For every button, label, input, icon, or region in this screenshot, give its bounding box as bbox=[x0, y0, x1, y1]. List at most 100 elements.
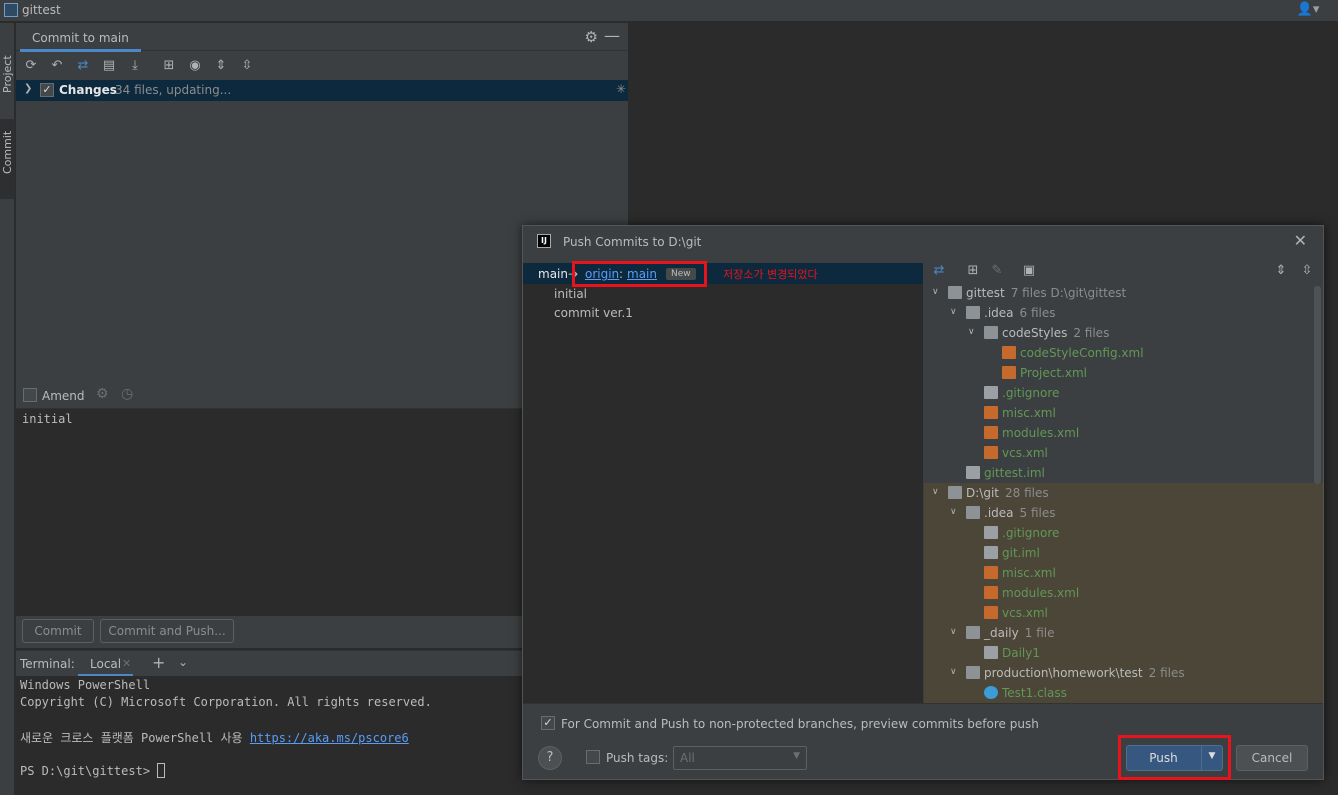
tree-file[interactable]: misc.xml bbox=[924, 563, 1323, 583]
file-name: misc.xml bbox=[1002, 406, 1056, 420]
group-by-icon[interactable]: ⊞ bbox=[964, 262, 982, 280]
amend-checkbox[interactable] bbox=[23, 388, 37, 402]
terminal-output[interactable]: Windows PowerShell Copyright (C) Microso… bbox=[16, 676, 522, 795]
tree-file[interactable]: codeStyleConfig.xml bbox=[924, 343, 1323, 363]
tree-file[interactable]: modules.xml bbox=[924, 583, 1323, 603]
commit-button[interactable]: Commit bbox=[22, 619, 94, 643]
terminal-line: Copyright (C) Microsoft Corporation. All… bbox=[20, 695, 432, 709]
user-icon[interactable]: 👤▾ bbox=[1294, 2, 1322, 18]
diff-icon[interactable]: ⇄ bbox=[930, 262, 948, 280]
file-name: Project.xml bbox=[1020, 366, 1087, 380]
tree-node[interactable]: ∨ _daily 1 file bbox=[924, 623, 1323, 643]
tree-file[interactable]: .gitignore bbox=[924, 523, 1323, 543]
xml-file-icon bbox=[984, 586, 998, 599]
node-meta: 28 files bbox=[1004, 486, 1049, 500]
changes-checkbox[interactable]: ✓ bbox=[40, 83, 54, 97]
collapse-all-icon[interactable]: ⇳ bbox=[1298, 262, 1316, 280]
remote-link[interactable]: origin bbox=[585, 267, 619, 281]
xml-file-icon bbox=[984, 426, 998, 439]
chevron-down-icon[interactable]: ⌄ bbox=[178, 655, 188, 669]
clock-icon[interactable]: ◷ bbox=[121, 386, 133, 402]
commit-tab-title[interactable]: Commit to main bbox=[20, 27, 141, 52]
tree-file[interactable]: git.iml bbox=[924, 543, 1323, 563]
amend-label: Amend bbox=[42, 389, 85, 403]
tree-file[interactable]: .gitignore bbox=[924, 383, 1323, 403]
push-button[interactable]: Push ▼ bbox=[1126, 745, 1223, 771]
tree-file[interactable]: gittest.iml bbox=[924, 463, 1323, 483]
push-tags-checkbox[interactable] bbox=[586, 750, 600, 764]
class-file-icon bbox=[984, 686, 998, 699]
chevron-down-icon[interactable]: ∨ bbox=[968, 327, 975, 337]
eye-icon[interactable]: ◉ bbox=[186, 57, 204, 75]
diff-icon[interactable]: ⇄ bbox=[74, 57, 92, 75]
download-icon[interactable]: ⤓ bbox=[126, 57, 144, 75]
commit-message-text[interactable]: initial bbox=[22, 412, 73, 426]
target-branch-link[interactable]: main bbox=[627, 267, 657, 281]
window-title: gittest bbox=[22, 3, 61, 17]
changes-node[interactable]: ❯ ✓ Changes 34 files, updating... ✳ bbox=[16, 80, 628, 101]
file-name: codeStyleConfig.xml bbox=[1020, 346, 1144, 360]
group-by-icon[interactable]: ⊞ bbox=[160, 57, 178, 75]
shelve-icon[interactable]: ▤ bbox=[100, 57, 118, 75]
file-name: modules.xml bbox=[1002, 426, 1080, 440]
xml-file-icon bbox=[1002, 346, 1016, 359]
tree-node[interactable]: ∨ gittest 7 files D:\git\gittest bbox=[924, 283, 1323, 303]
tab-commit[interactable]: Commit bbox=[0, 119, 15, 199]
chevron-down-icon[interactable]: ∨ bbox=[932, 487, 939, 497]
commit-item[interactable]: initial bbox=[554, 287, 587, 301]
tree-scrollbar[interactable] bbox=[1314, 286, 1321, 484]
refresh-icon[interactable]: ⟳ bbox=[22, 57, 40, 75]
tree-node[interactable]: ∨ .idea 6 files bbox=[924, 303, 1323, 323]
tab-project[interactable]: Project bbox=[0, 51, 15, 113]
help-button[interactable]: ? bbox=[538, 746, 562, 770]
folder-icon bbox=[948, 486, 962, 499]
node-name: .idea bbox=[984, 506, 1014, 520]
changed-files-tree: ∨ gittest 7 files D:\git\gittest ∨ .idea 6… bbox=[924, 283, 1323, 703]
source-branch: main bbox=[538, 267, 568, 281]
chevron-down-icon[interactable]: ∨ bbox=[932, 287, 939, 297]
expand-all-icon[interactable]: ⇕ bbox=[1272, 262, 1290, 280]
chevron-down-icon[interactable]: ∨ bbox=[950, 627, 957, 637]
minimize-icon[interactable]: — bbox=[604, 26, 620, 45]
chevron-down-icon[interactable]: ∨ bbox=[950, 667, 957, 677]
preview-checkbox[interactable]: ✓ bbox=[541, 716, 555, 730]
gear-icon[interactable]: ⚙ bbox=[585, 28, 598, 46]
tree-node[interactable]: ∨ production\homework\test 2 files bbox=[924, 663, 1323, 683]
tree-file[interactable]: Project.xml bbox=[924, 363, 1323, 383]
chevron-down-icon[interactable]: ∨ bbox=[950, 307, 957, 317]
collapse-all-icon[interactable]: ⇳ bbox=[238, 57, 256, 75]
tree-file[interactable]: misc.xml bbox=[924, 403, 1323, 423]
commit-and-push-button[interactable]: Commit and Push... bbox=[100, 619, 234, 643]
chevron-down-icon[interactable]: ▼ bbox=[1203, 751, 1221, 761]
tree-file[interactable]: vcs.xml bbox=[924, 443, 1323, 463]
close-icon[interactable]: ✕ bbox=[1294, 231, 1307, 250]
chevron-right-icon[interactable]: ❯ bbox=[24, 83, 32, 94]
rollback-icon[interactable]: ↶ bbox=[48, 57, 66, 75]
commit-item[interactable]: commit ver.1 bbox=[554, 306, 633, 320]
tree-file[interactable]: Test1.class bbox=[924, 683, 1323, 703]
file-name: gittest.iml bbox=[984, 466, 1045, 480]
tree-node[interactable]: ∨ .idea 5 files bbox=[924, 503, 1323, 523]
tree-node[interactable]: ∨ D:\git 28 files bbox=[924, 483, 1323, 503]
tree-file[interactable]: Daily1 bbox=[924, 643, 1323, 663]
push-tags-select[interactable]: All ▼ bbox=[673, 746, 807, 770]
changes-label: Changes bbox=[59, 83, 117, 97]
expand-all-icon[interactable]: ⇕ bbox=[212, 57, 230, 75]
cancel-button[interactable]: Cancel bbox=[1236, 745, 1308, 771]
gear-icon[interactable]: ⚙ bbox=[96, 386, 109, 402]
edit-icon[interactable]: ✎ bbox=[988, 262, 1006, 280]
layout-icon[interactable]: ▣ bbox=[1020, 262, 1038, 280]
tree-file[interactable]: modules.xml bbox=[924, 423, 1323, 443]
folder-icon bbox=[966, 626, 980, 639]
tree-node[interactable]: ∨ codeStyles 2 files bbox=[924, 323, 1323, 343]
tree-file[interactable]: vcs.xml bbox=[924, 603, 1323, 623]
commit-message-editor[interactable]: initial bbox=[16, 408, 522, 616]
add-tab-icon[interactable]: + bbox=[152, 653, 165, 672]
changes-count: 34 files, updating... bbox=[115, 83, 232, 97]
push-tags-value: All bbox=[680, 751, 695, 765]
tree-node-label: D:\git 28 files bbox=[966, 486, 1049, 500]
close-icon[interactable]: ✕ bbox=[122, 657, 131, 670]
node-meta: 7 files D:\git\gittest bbox=[1010, 286, 1127, 300]
terminal-link[interactable]: https://aka.ms/pscore6 bbox=[250, 731, 409, 745]
chevron-down-icon[interactable]: ∨ bbox=[950, 507, 957, 517]
